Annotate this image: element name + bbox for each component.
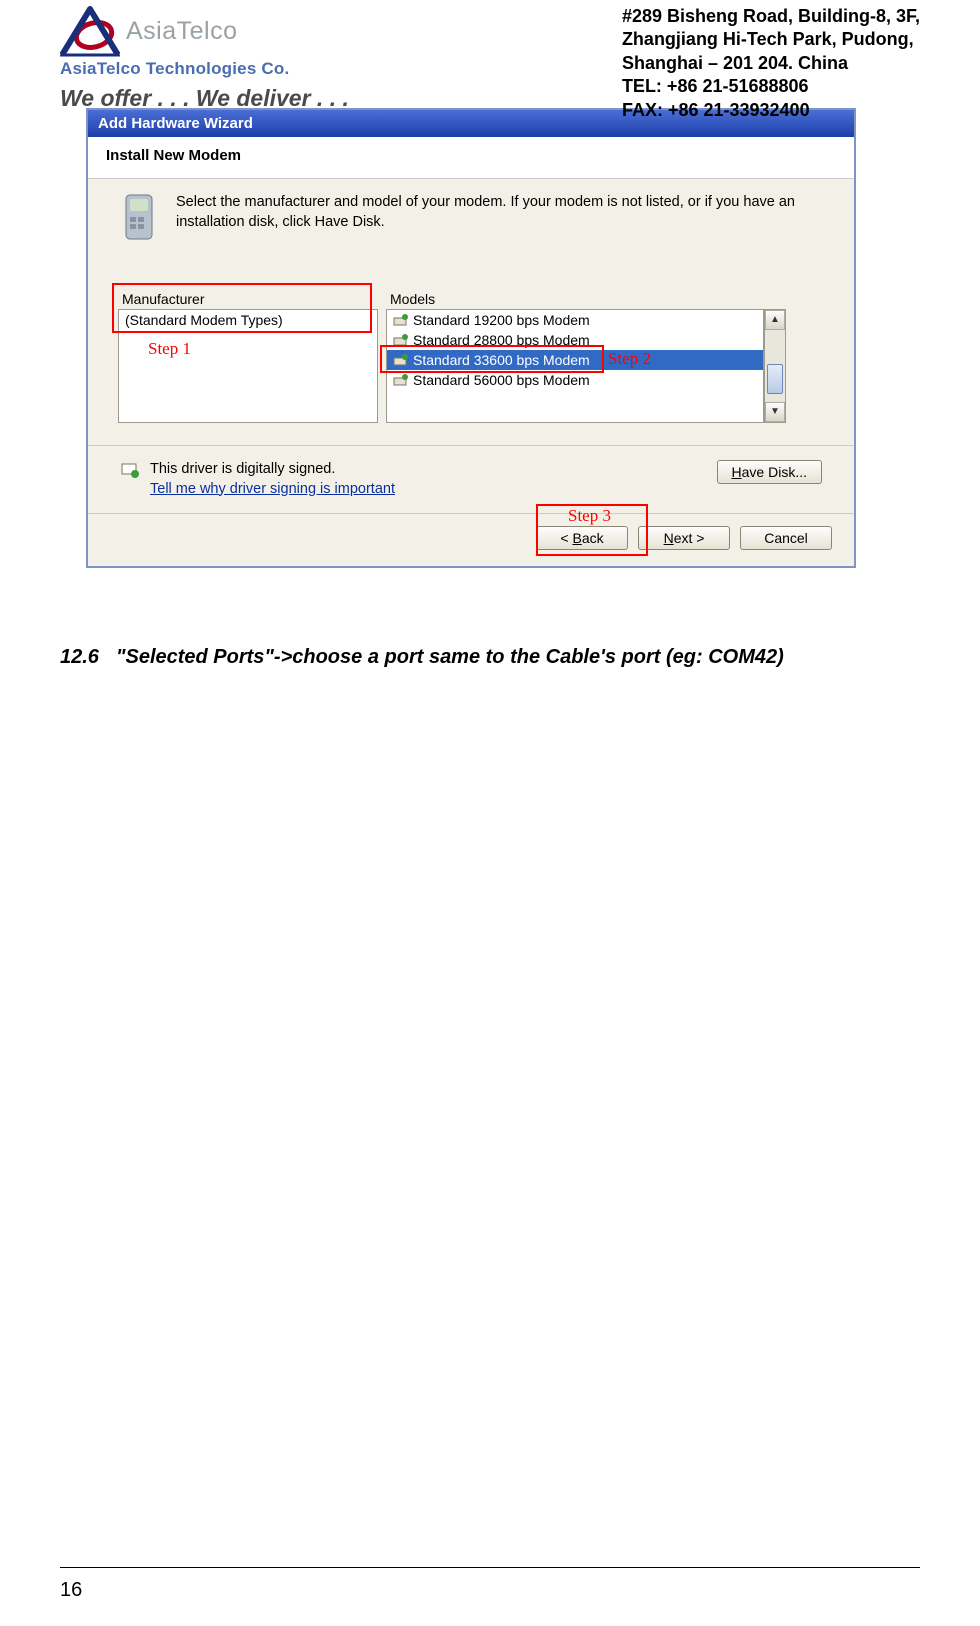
have-disk-button[interactable]: Have Disk... (717, 460, 822, 484)
page-number: 16 (60, 1579, 82, 1602)
tagline: We offer . . . We deliver . . . (60, 85, 380, 112)
list-item-label: Standard 19200 bps Modem (413, 312, 590, 328)
list-item-selected[interactable]: Standard 33600 bps Modem (387, 350, 763, 370)
modem-item-icon (393, 373, 409, 387)
modem-device-icon (118, 193, 160, 247)
scrollbar-down-button[interactable]: ▼ (765, 402, 785, 422)
section-number: 12.6 (60, 646, 104, 669)
certificate-icon (120, 462, 140, 480)
logo-name: AsiaTelco (126, 17, 238, 46)
models-scrollbar[interactable]: ▲ ▼ (764, 309, 786, 423)
label-models: Models (386, 291, 764, 307)
manufacturer-listbox[interactable]: (Standard Modem Types) (118, 309, 378, 423)
address-line: Shanghai – 201 204. China (622, 52, 920, 75)
company-address: #289 Bisheng Road, Building-8, 3F, Zhang… (622, 5, 920, 122)
wizard-heading: Install New Modem (88, 137, 854, 179)
list-item[interactable]: Standard 56000 bps Modem (387, 370, 763, 390)
models-listbox[interactable]: Standard 19200 bps Modem Standard 28800 … (386, 309, 764, 423)
scrollbar-thumb[interactable] (767, 364, 783, 394)
document-header: AsiaTelco AsiaTelco Technologies Co. We … (60, 5, 920, 122)
logo-subtitle: AsiaTelco Technologies Co. (60, 59, 380, 79)
section-text: "Selected Ports"->choose a port same to … (116, 646, 784, 669)
modem-item-icon (393, 313, 409, 327)
logo-block: AsiaTelco AsiaTelco Technologies Co. We … (60, 5, 380, 112)
footer-rule (60, 1567, 920, 1568)
list-item-label: Standard 33600 bps Modem (413, 352, 590, 368)
label-manufacturer: Manufacturer (118, 291, 378, 307)
wizard-instruction: Select the manufacturer and model of you… (176, 193, 824, 232)
annotation-step2-label: Step 2 (608, 349, 651, 369)
address-line: FAX: +86 21-33932400 (622, 99, 920, 122)
back-button[interactable]: < Back (536, 526, 628, 550)
list-item: (Standard Modem Types) (119, 310, 377, 330)
list-item[interactable]: Standard 28800 bps Modem (387, 330, 763, 350)
annotation-step3-label: Step 3 (568, 506, 611, 526)
modem-item-icon (393, 333, 409, 347)
scrollbar-up-button[interactable]: ▲ (765, 310, 785, 330)
address-line: Zhangjiang Hi-Tech Park, Pudong, (622, 28, 920, 51)
address-line: TEL: +86 21-51688806 (622, 75, 920, 98)
section-12-6: 12.6 "Selected Ports"->choose a port sam… (60, 646, 920, 669)
list-item-label[interactable]: (Standard Modem Types) (125, 312, 283, 328)
list-item-label: Standard 56000 bps Modem (413, 372, 590, 388)
address-line: #289 Bisheng Road, Building-8, 3F, (622, 5, 920, 28)
list-item[interactable]: Standard 19200 bps Modem (387, 310, 763, 330)
company-logo-icon (60, 5, 120, 57)
driver-signed-text: This driver is digitally signed. (150, 460, 395, 480)
list-item-label: Standard 28800 bps Modem (413, 332, 590, 348)
cancel-button[interactable]: Cancel (740, 526, 832, 550)
next-button[interactable]: Next > (638, 526, 730, 550)
driver-signing-link[interactable]: Tell me why driver signing is important (150, 481, 395, 497)
annotation-step1-label: Step 1 (148, 339, 191, 359)
add-hardware-wizard-window: Add Hardware Wizard Install New Modem Se… (86, 108, 856, 568)
modem-item-icon (393, 353, 409, 367)
